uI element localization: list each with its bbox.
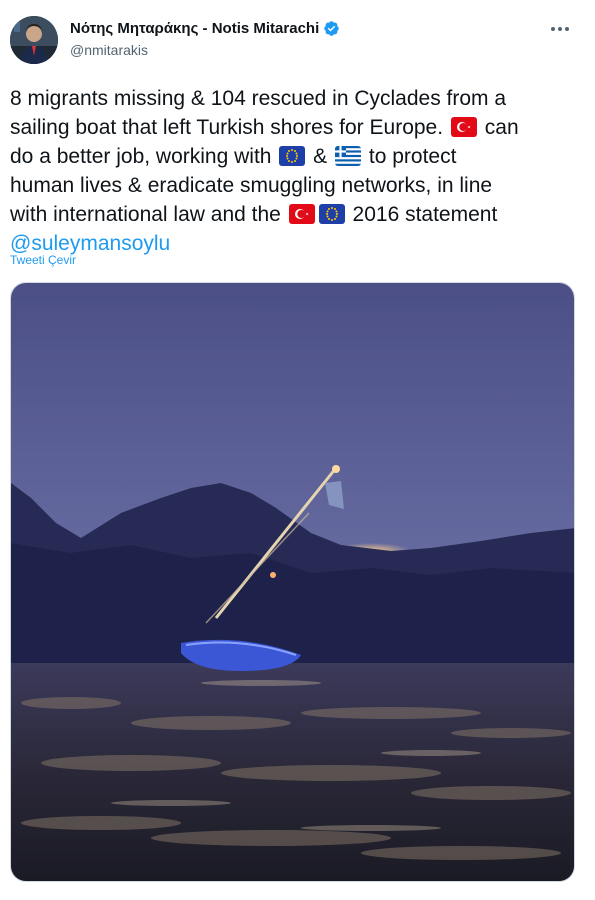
author-display-name[interactable]: Νότης Μηταράκης - Notis Mitarachi [70, 20, 319, 37]
tweet-text-segment: to protect [368, 145, 457, 168]
tweet-photo[interactable] [10, 282, 575, 882]
translate-tweet-link[interactable]: Tweeti Çevir [10, 253, 76, 267]
tweet-text: 8 migrants missing & 104 rescued in Cycl… [10, 84, 585, 258]
tweet-text-segment: sailing boat that left Turkish shores fo… [10, 116, 444, 139]
tweet-text-segment: 2016 statement [352, 203, 498, 226]
verified-badge-icon [324, 21, 340, 36]
person-avatar-icon [10, 16, 58, 64]
tweet-text-segment: with international law and the [10, 203, 281, 226]
avatar[interactable] [10, 16, 58, 64]
author-name-row: Νότης Μηταράκης - Notis Mitarachi [70, 20, 340, 37]
more-options-icon [551, 27, 555, 31]
sinking-sailboat-photo [11, 283, 574, 881]
tweet-line: human lives & eradicate smuggling networ… [10, 174, 493, 197]
eu-flag-icon [279, 146, 306, 166]
tweet-line: do a better job, working with & to prote… [10, 142, 585, 171]
more-options-button[interactable] [547, 18, 573, 40]
eu-flag-icon [318, 204, 345, 224]
tweet-line: @suleymansoylu [10, 229, 585, 258]
greece-flag-icon [335, 146, 362, 166]
author-handle[interactable]: @nmitarakis [70, 42, 148, 58]
tweet-card: Νότης Μηταράκης - Notis Mitarachi @nmita… [0, 0, 595, 900]
tweet-line: 8 migrants missing & 104 rescued in Cycl… [10, 87, 507, 110]
tweet-text-segment: do a better job, working with [10, 145, 272, 168]
tweet-line: with international law and the 2016 stat… [10, 200, 585, 229]
tweet-text-segment: can [484, 116, 519, 139]
tweet-line: sailing boat that left Turkish shores fo… [10, 113, 585, 142]
mention-link[interactable]: @suleymansoylu [10, 232, 170, 255]
tweet-text-segment: & [313, 145, 328, 168]
turkey-flag-icon [450, 117, 477, 137]
turkey-flag-icon [288, 204, 315, 224]
